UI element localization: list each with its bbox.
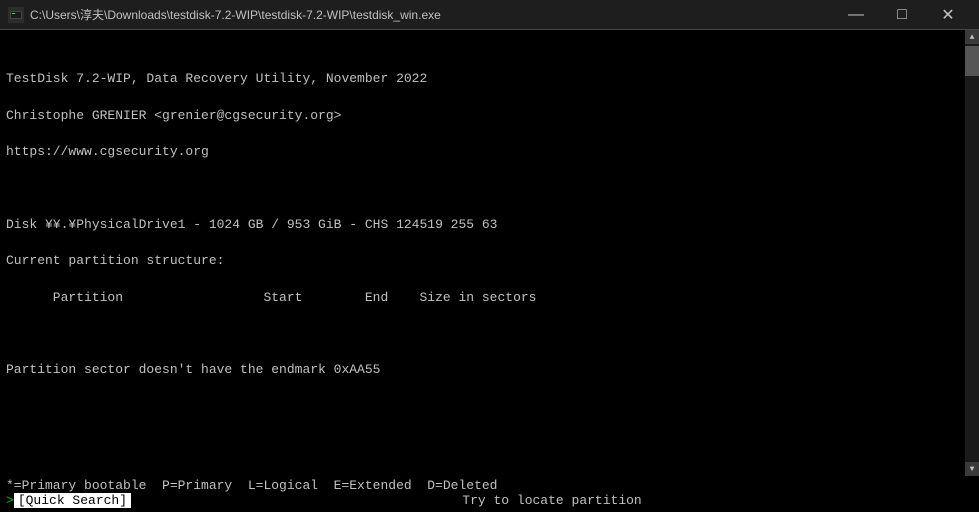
terminal-line: TestDisk 7.2-WIP, Data Recovery Utility,… bbox=[6, 70, 973, 88]
quick-search-row: > [Quick Search] Try to locate partition bbox=[0, 493, 979, 508]
prompt-arrow: > bbox=[6, 493, 14, 508]
title-bar: C:\Users\淳夫\Downloads\testdisk-7.2-WIP\t… bbox=[0, 0, 979, 30]
terminal-line bbox=[6, 180, 973, 198]
terminal-line: Partition sector doesn't have the endmar… bbox=[6, 361, 973, 379]
terminal-area: TestDisk 7.2-WIP, Data Recovery Utility,… bbox=[0, 30, 979, 476]
app-icon bbox=[8, 7, 24, 23]
title-bar-left: C:\Users\淳夫\Downloads\testdisk-7.2-WIP\t… bbox=[8, 6, 441, 23]
legend-line: *=Primary bootable P=Primary L=Logical E… bbox=[0, 478, 979, 493]
window-title: C:\Users\淳夫\Downloads\testdisk-7.2-WIP\t… bbox=[30, 6, 441, 23]
quick-search-button[interactable]: [Quick Search] bbox=[14, 493, 131, 508]
maximize-button[interactable]: □ bbox=[879, 0, 925, 30]
window-controls: — □ ✕ bbox=[833, 0, 971, 30]
terminal-line: Christophe GRENIER <grenier@cgsecurity.o… bbox=[6, 107, 973, 125]
bottom-area: *=Primary bootable P=Primary L=Logical E… bbox=[0, 476, 979, 512]
terminal-line bbox=[6, 471, 973, 473]
scroll-down-button[interactable]: ▼ bbox=[965, 462, 979, 476]
help-text: Try to locate partition bbox=[131, 493, 973, 508]
terminal-line bbox=[6, 398, 973, 416]
minimize-button[interactable]: — bbox=[833, 0, 879, 30]
scrollbar-thumb[interactable] bbox=[965, 46, 979, 76]
terminal-output: TestDisk 7.2-WIP, Data Recovery Utility,… bbox=[6, 34, 973, 472]
terminal-line bbox=[6, 325, 973, 343]
scrollbar[interactable]: ▲ ▼ bbox=[965, 30, 979, 476]
terminal-line: Current partition structure: bbox=[6, 252, 973, 270]
terminal-line bbox=[6, 434, 973, 452]
scrollbar-track[interactable] bbox=[965, 44, 979, 462]
terminal-line: Disk ¥¥.¥PhysicalDrive1 - 1024 GB / 953 … bbox=[6, 216, 973, 234]
terminal-line: https://www.cgsecurity.org bbox=[6, 143, 973, 161]
terminal-line: Partition Start End Size in sectors bbox=[6, 289, 973, 307]
scroll-up-button[interactable]: ▲ bbox=[965, 30, 979, 44]
close-button[interactable]: ✕ bbox=[925, 0, 971, 30]
